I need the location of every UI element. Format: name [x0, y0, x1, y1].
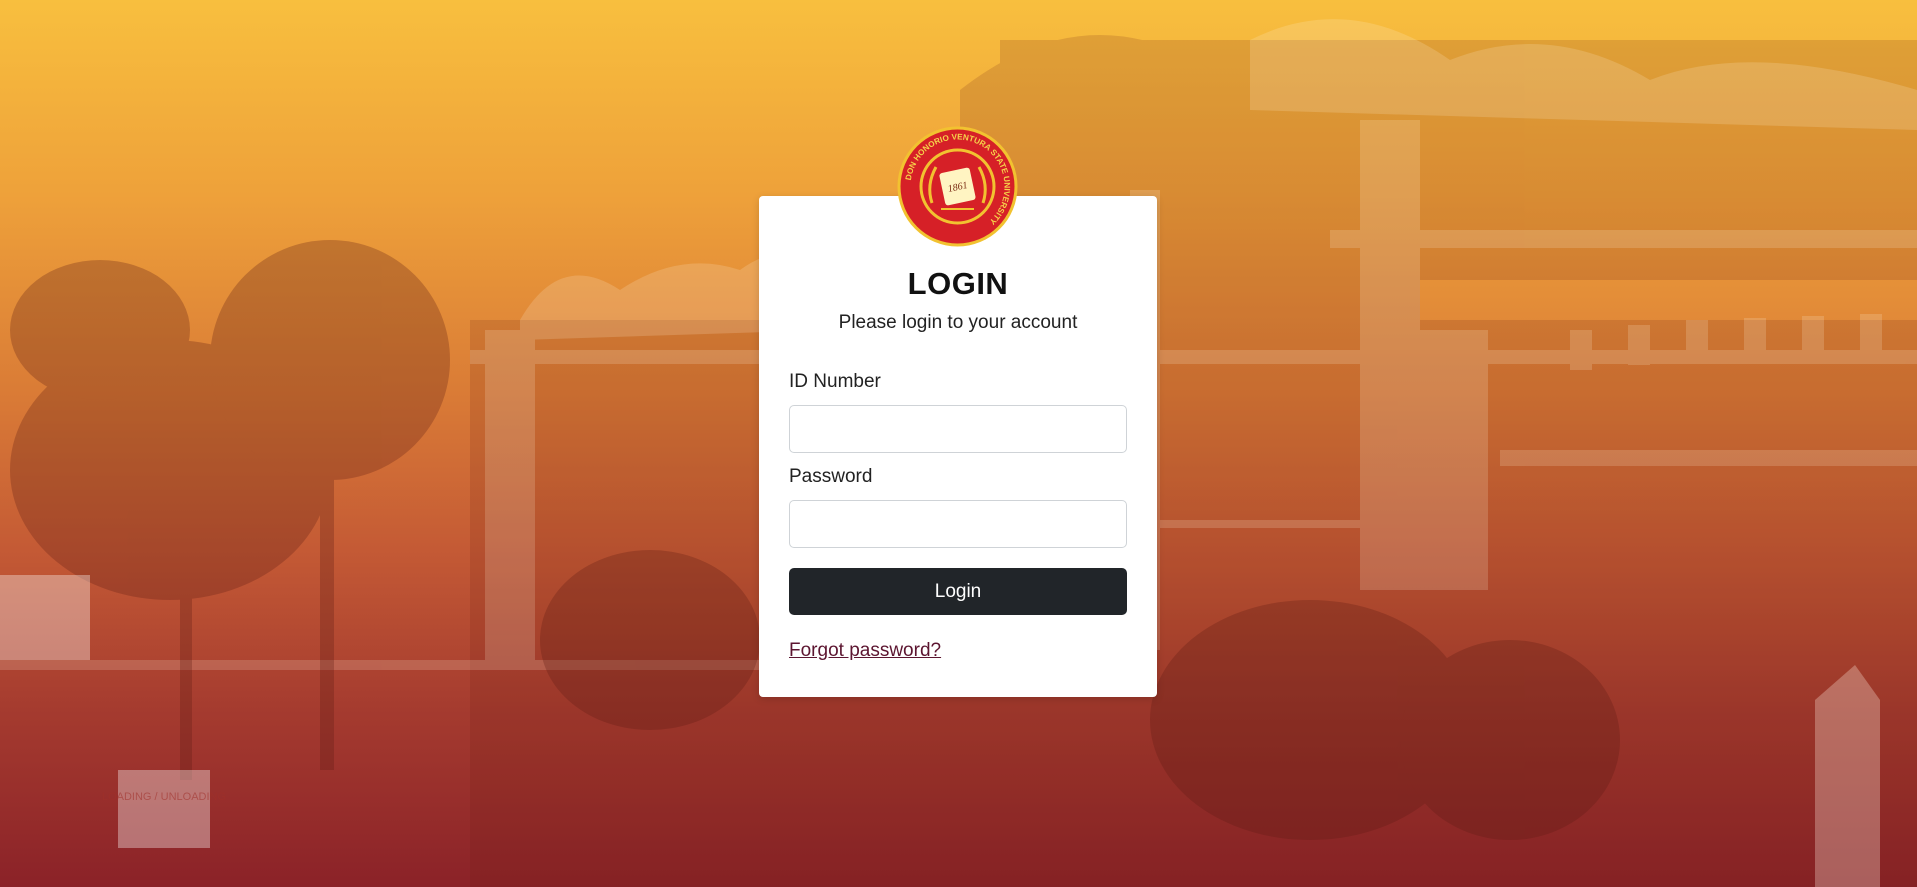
forgot-password-link[interactable]: Forgot password?: [789, 640, 941, 662]
loading-sign-text: LOADING / UNLOADING: [102, 791, 226, 803]
id-number-label: ID Number: [789, 371, 881, 392]
login-title: LOGIN: [907, 266, 1009, 301]
password-input[interactable]: [789, 500, 1127, 548]
university-seal-icon: DON HONORIO VENTURA STATE UNIVERSITY 186…: [897, 126, 1018, 247]
login-subtitle: Please login to your account: [838, 312, 1078, 333]
login-page: LOADING / UNLOADING DON HONORIO VENTURA …: [0, 0, 1917, 887]
login-button[interactable]: Login: [789, 568, 1127, 615]
password-label: Password: [789, 466, 873, 487]
id-number-input[interactable]: [789, 405, 1127, 453]
